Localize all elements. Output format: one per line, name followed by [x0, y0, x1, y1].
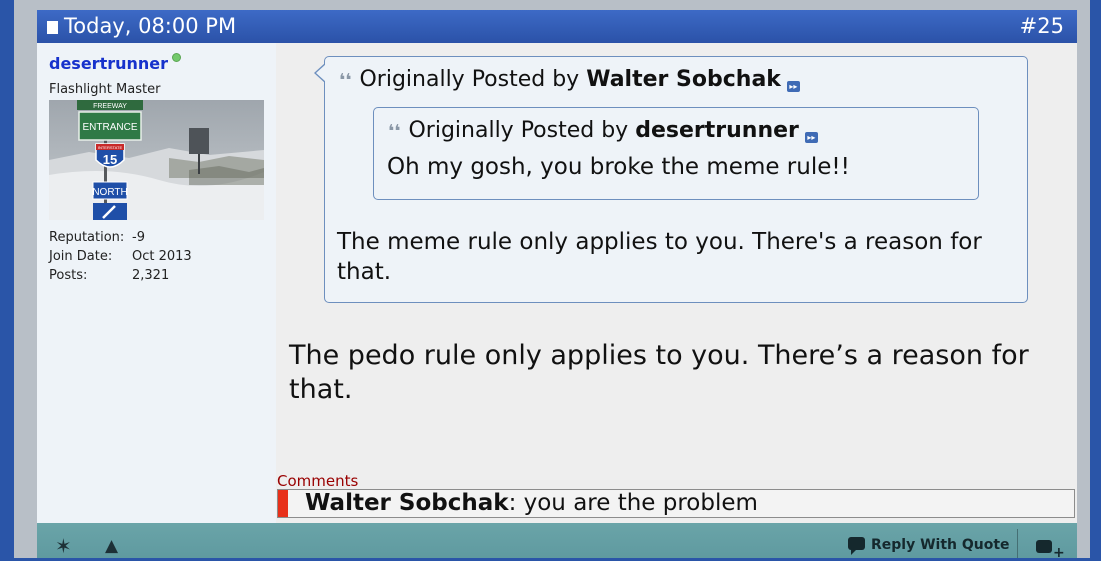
- username-link[interactable]: desertrunner: [49, 53, 182, 73]
- avatar-sign-interstate: INTERSTATE: [98, 145, 123, 150]
- warning-icon[interactable]: ▲: [105, 536, 118, 556]
- avatar[interactable]: FREEWAY ENTRANCE INTERSTATE 15 NORTH: [49, 100, 264, 220]
- comments-label: Comments: [277, 472, 359, 490]
- post-number-link[interactable]: #25: [1020, 10, 1064, 43]
- post-date-text: Today, 08:00 PM: [64, 14, 237, 38]
- post-date: Today, 08:00 PM: [47, 10, 236, 43]
- quote-inner-header: ❛❛ Originally Posted by desertrunner ▸▸: [388, 118, 818, 143]
- reply-bubble-icon: [848, 537, 865, 555]
- join-date-label: Join Date:: [49, 249, 113, 264]
- footer-divider: [1017, 529, 1018, 558]
- reputation-value: -9: [132, 230, 145, 245]
- username-text[interactable]: desertrunner: [49, 54, 168, 73]
- comment-bar: [278, 490, 288, 517]
- quote-mark-icon: ❛❛: [388, 121, 401, 142]
- quote-mark-icon: ❛❛: [339, 70, 352, 91]
- post-message: The pedo rule only applies to you. There…: [289, 340, 1029, 405]
- avatar-sign-north: NORTH: [92, 187, 127, 198]
- post-footer: ✶ ▲ Reply With Quote +: [37, 523, 1077, 560]
- posts-value: 2,321: [132, 268, 170, 283]
- reply-with-quote-button[interactable]: Reply With Quote: [848, 537, 1010, 555]
- forum-post: Today, 08:00 PM #25 desertrunner Flashli…: [37, 10, 1077, 560]
- quote-inner: ❛❛ Originally Posted by desertrunner ▸▸ Oh…: [373, 107, 979, 200]
- quote-outer-header: ❛❛ Originally Posted by Walter Sobchak ▸▸: [339, 67, 800, 92]
- avatar-sign-freeway: FREEWAY: [93, 103, 127, 110]
- quote-outer-text: The meme rule only applies to you. There…: [337, 229, 982, 285]
- avatar-sign-entrance: ENTRANCE: [82, 122, 137, 133]
- comment-item: Walter Sobchak: you are the problem: [277, 489, 1075, 518]
- post-header: Today, 08:00 PM #25: [37, 10, 1077, 43]
- online-status-icon: [172, 53, 182, 62]
- star-icon[interactable]: ✶: [55, 536, 72, 556]
- view-post-icon[interactable]: ▸▸: [786, 81, 800, 92]
- comment-text: Walter Sobchak: you are the problem: [305, 490, 758, 517]
- join-date-value: Oct 2013: [132, 249, 192, 264]
- document-icon: [47, 21, 58, 34]
- user-info-panel: desertrunner Flashlight Master FREEWAY E…: [37, 43, 276, 523]
- user-stats: Reputation: -9 Join Date: Oct 2013 Posts: 2…: [49, 228, 192, 285]
- reply-with-quote-label[interactable]: Reply With Quote: [871, 537, 1010, 553]
- posts-label: Posts:: [49, 268, 88, 283]
- quote-outer: ❛❛ Originally Posted by Walter Sobchak ▸▸ …: [314, 56, 1028, 303]
- quote-outer-prefix: Originally Posted by: [359, 67, 580, 92]
- quote-outer-author: Walter Sobchak: [586, 67, 781, 92]
- quote-inner-prefix: Originally Posted by: [408, 118, 629, 143]
- reputation-label: Reputation:: [49, 230, 125, 245]
- post-content: ❛❛ Originally Posted by Walter Sobchak ▸▸ …: [276, 43, 1077, 523]
- quote-inner-author: desertrunner: [635, 118, 799, 143]
- user-title: Flashlight Master: [49, 82, 161, 97]
- quote-inner-text: Oh my gosh, you broke the meme rule!!: [387, 154, 850, 180]
- avatar-sign-15: 15: [103, 152, 117, 167]
- view-post-icon[interactable]: ▸▸: [804, 132, 818, 143]
- comment-body: : you are the problem: [508, 490, 758, 516]
- comment-author[interactable]: Walter Sobchak: [305, 490, 509, 516]
- multiquote-icon[interactable]: +: [1036, 540, 1065, 560]
